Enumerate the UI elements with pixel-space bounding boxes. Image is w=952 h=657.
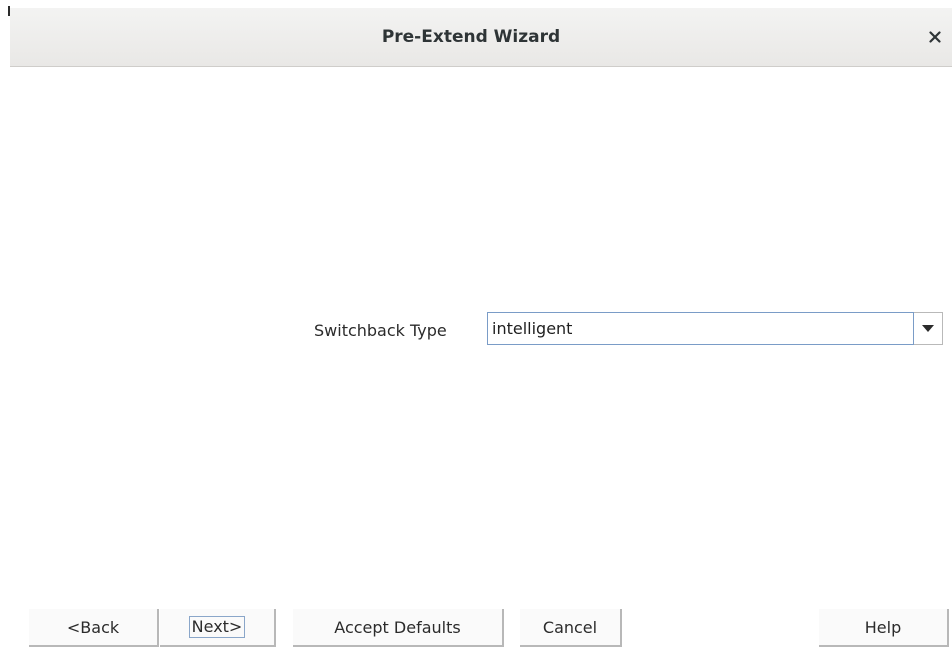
next-button-label: Next> xyxy=(188,616,246,638)
help-button[interactable]: Help xyxy=(819,609,949,647)
back-button[interactable]: <Back xyxy=(29,609,159,647)
accept-defaults-button-label: Accept Defaults xyxy=(334,617,461,637)
help-button-label: Help xyxy=(864,617,902,637)
close-button[interactable] xyxy=(920,22,950,52)
switchback-type-dropdown-button[interactable] xyxy=(914,312,943,345)
title-bar: Pre-Extend Wizard xyxy=(10,8,952,67)
next-button[interactable]: Next> xyxy=(160,609,276,647)
accept-defaults-button[interactable]: Accept Defaults xyxy=(293,609,504,647)
cancel-button-label: Cancel xyxy=(542,617,598,637)
wizard-window: Pre-Extend Wizard Switchback Type intell… xyxy=(0,0,952,657)
close-icon xyxy=(929,31,941,43)
switchback-type-value[interactable]: intelligent xyxy=(487,312,914,345)
back-button-label: <Back xyxy=(66,617,120,637)
cancel-button[interactable]: Cancel xyxy=(520,609,622,647)
wizard-content: Switchback Type intelligent <Back Next> … xyxy=(10,67,952,657)
switchback-type-label: Switchback Type xyxy=(314,321,447,340)
window-title: Pre-Extend Wizard xyxy=(381,27,561,47)
switchback-type-combobox[interactable]: intelligent xyxy=(487,312,943,345)
chevron-down-icon xyxy=(922,325,934,332)
